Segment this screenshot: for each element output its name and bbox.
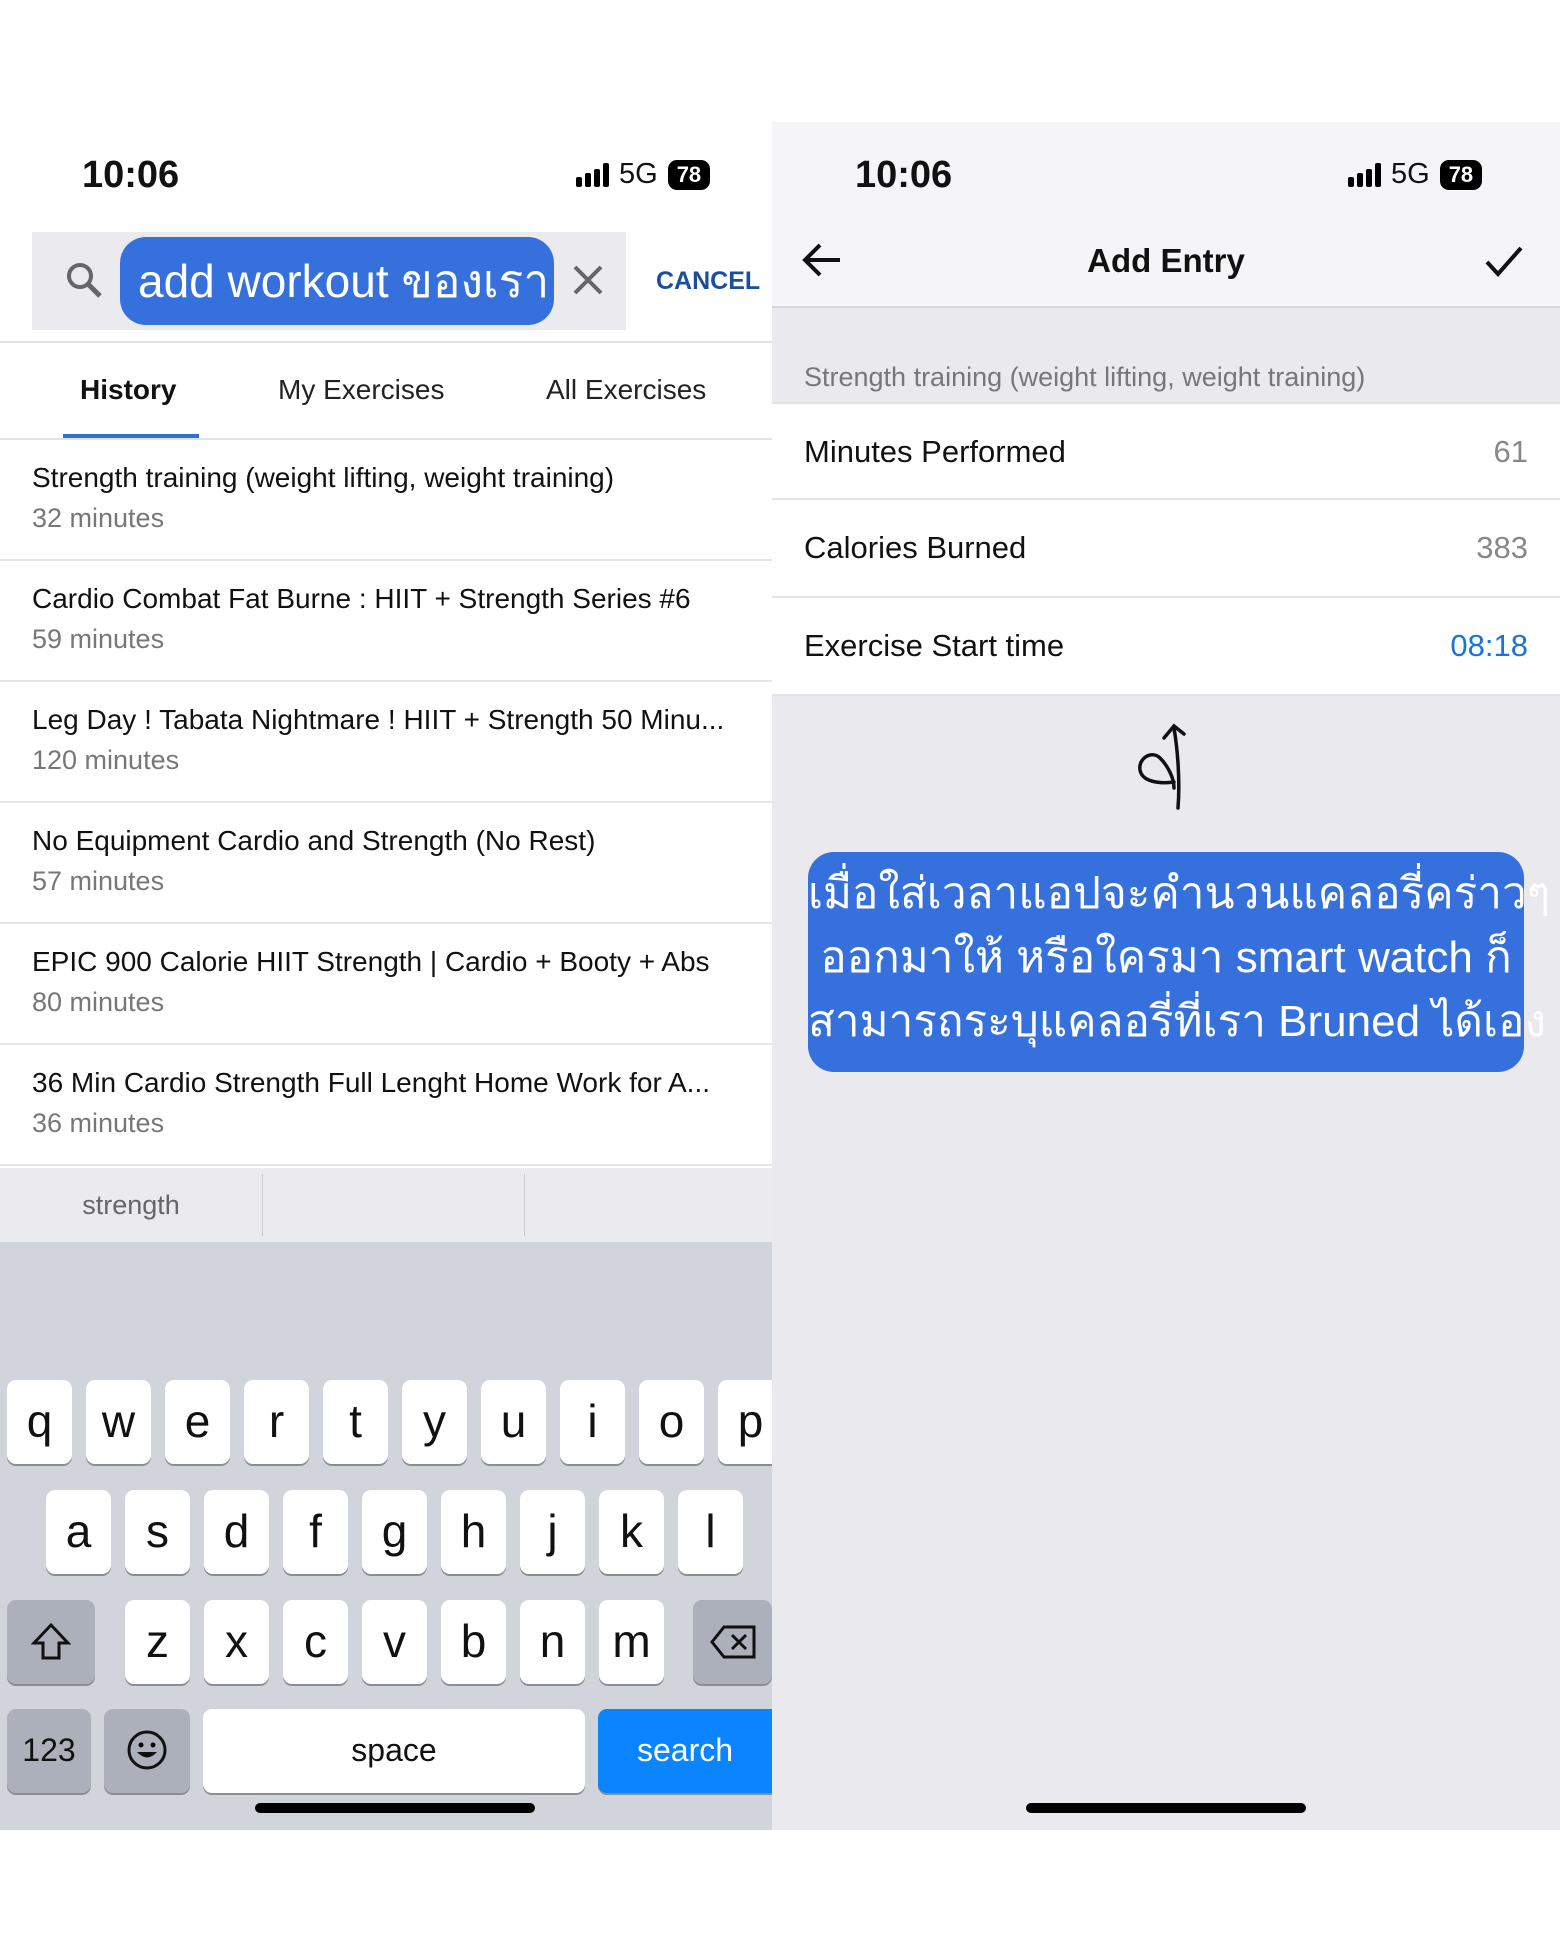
battery-icon: 78 [1439,159,1483,190]
key-s[interactable]: s [125,1490,190,1574]
key-n[interactable]: n [520,1600,585,1684]
search-input[interactable]: add workout ของเรา [120,237,554,325]
cancel-button[interactable]: CANCEL [656,267,760,296]
start-time-row[interactable]: Exercise Start time 08:18 [772,598,1560,696]
divider [772,306,1560,308]
key-k[interactable]: k [599,1490,664,1574]
annotation-box: เมื่อใส่เวลาแอปจะคำนวนแคลอรี่คร่าวๆ ออกม… [808,852,1551,1072]
key-t[interactable]: t [323,1380,388,1464]
delete-key[interactable] [693,1600,772,1684]
list-item[interactable]: Leg Day ! Tabata Nightmare ! HIIT + Stre… [0,682,772,803]
key-p[interactable]: p [718,1380,772,1464]
home-indicator [255,1803,535,1813]
status-time: 10:06 [82,154,180,196]
hand-drawn-arrow-icon [1138,723,1186,810]
key-a[interactable]: a [46,1490,111,1574]
search-icon [67,263,102,298]
key-m[interactable]: m [599,1600,664,1684]
suggestion[interactable]: strength [0,1168,262,1242]
emoji-icon [127,1730,167,1770]
key-y[interactable]: y [402,1380,467,1464]
item-title: Leg Day ! Tabata Nightmare ! HIIT + Stre… [32,704,725,735]
nav-bar-bg [772,122,1560,308]
list-item[interactable]: Strength training (weight lifting, weigh… [0,440,772,561]
item-title: 36 Min Cardio Strength Full Lenght Home … [32,1067,711,1098]
field-value[interactable]: 61 [1494,434,1528,470]
key-v[interactable]: v [362,1600,427,1684]
signal-icon [576,162,609,187]
list-item[interactable]: 36 Min Cardio Strength Full Lenght Home … [0,1045,772,1166]
key-g[interactable]: g [362,1490,427,1574]
search-exercise-screen: 10:06 5G 78 add workout ของเรา CANCEL Hi… [0,122,772,1830]
emoji-key[interactable] [104,1709,190,1793]
backspace-icon [709,1625,755,1659]
calories-burned-row[interactable]: Calories Burned 383 [772,500,1560,598]
field-label: Calories Burned [804,530,1027,565]
field-label: Exercise Start time [804,628,1065,663]
network-label: 5G [619,158,658,190]
key-c[interactable]: c [283,1600,348,1684]
item-title: Cardio Combat Fat Burne : HIIT + Strengt… [32,583,691,614]
battery-icon: 78 [667,159,711,190]
item-duration: 36 minutes [32,1108,165,1138]
item-duration: 120 minutes [32,745,180,775]
tab-history[interactable]: History [80,374,176,406]
status-time: 10:06 [855,154,953,196]
annotation-line: เมื่อใส่เวลาแอปจะคำนวนแคลอรี่คร่าวๆ [808,869,1551,918]
field-label: Minutes Performed [804,434,1066,469]
field-value[interactable]: 383 [1476,530,1528,566]
minutes-performed-row[interactable]: Minutes Performed 61 [772,402,1560,500]
space-key[interactable]: space [203,1709,585,1793]
key-f[interactable]: f [283,1490,348,1574]
checkmark-icon[interactable] [1484,244,1524,278]
add-entry-screen: 10:06 5G 78 Add Entry Strength training … [772,122,1560,1830]
divider [524,1174,525,1236]
home-indicator [1026,1803,1306,1813]
item-title: No Equipment Cardio and Strength (No Res… [32,825,596,856]
annotation-line: ออกมาให้ หรือใครมา smart watch ก็ [820,933,1512,982]
item-duration: 32 minutes [32,503,165,533]
item-duration: 80 minutes [32,987,165,1017]
key-u[interactable]: u [481,1380,546,1464]
key-x[interactable]: x [204,1600,269,1684]
tab-my-exercises[interactable]: My Exercises [278,374,444,406]
tab-all-exercises[interactable]: All Exercises [546,374,706,406]
numbers-key[interactable]: 123 [7,1709,91,1793]
key-l[interactable]: l [678,1490,743,1574]
key-z[interactable]: z [125,1600,190,1684]
key-w[interactable]: w [86,1380,151,1464]
key-e[interactable]: e [165,1380,230,1464]
key-j[interactable]: j [520,1490,585,1574]
list-item[interactable]: EPIC 900 Calorie HIIT Strength | Cardio … [0,924,772,1045]
key-r[interactable]: r [244,1380,309,1464]
list-item[interactable]: Cardio Combat Fat Burne : HIIT + Strengt… [0,561,772,682]
divider [0,341,772,343]
key-o[interactable]: o [639,1380,704,1464]
key-q[interactable]: q [7,1380,72,1464]
predictive-bar: strength [0,1168,772,1242]
divider [262,1174,263,1236]
clear-icon[interactable] [572,264,604,296]
item-title: EPIC 900 Calorie HIIT Strength | Cardio … [32,946,710,977]
signal-icon [1348,162,1381,187]
list-item[interactable]: No Equipment Cardio and Strength (No Res… [0,803,772,924]
search-key[interactable]: search [598,1709,772,1793]
field-value[interactable]: 08:18 [1450,628,1528,664]
section-header: Strength training (weight lifting, weigh… [804,362,1366,392]
annotation-line: สามารถระบุแคลอรี่ที่เรา Bruned ได้เอง [808,997,1546,1046]
shift-icon [30,1622,72,1660]
item-duration: 57 minutes [32,866,165,896]
shift-key[interactable] [7,1600,95,1684]
network-label: 5G [1391,158,1430,190]
status-bar-right: 5G 78 [1348,158,1483,191]
key-d[interactable]: d [204,1490,269,1574]
item-title: Strength training (weight lifting, weigh… [32,462,615,493]
key-b[interactable]: b [441,1600,506,1684]
key-i[interactable]: i [560,1380,625,1464]
status-bar-right: 5G 78 [576,158,711,191]
keyboard: q w e r t y u i o p a s d f g h j k l z x c v b n m 123 space search [0,1242,772,1830]
page-title: Add Entry [1087,242,1245,279]
item-duration: 59 minutes [32,624,165,654]
key-h[interactable]: h [441,1490,506,1574]
